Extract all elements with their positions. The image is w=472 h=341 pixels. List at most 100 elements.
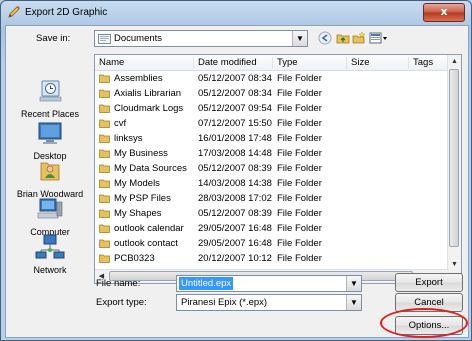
file-date: 05/12/2007 08:39 (198, 163, 272, 174)
file-date: 14/03/2008 14:38 (198, 178, 272, 189)
column-header-name[interactable]: Name (95, 57, 194, 69)
folder-icon (99, 134, 110, 143)
place-recent-places[interactable]: Recent Places (10, 78, 90, 119)
file-name: My Shapes (114, 208, 162, 219)
folder-icon (99, 254, 110, 263)
export-type-value: Piranesi Epix (*.epx) (181, 297, 268, 308)
column-header-row: Name Date modified Type Size Tags (95, 55, 449, 71)
file-type: File Folder (277, 118, 322, 129)
file-date: 29/05/2007 16:48 (198, 238, 272, 249)
file-name-label: File name: (96, 278, 141, 289)
folder-icon (99, 74, 110, 83)
file-date: 16/01/2008 17:48 (198, 133, 272, 144)
file-row[interactable]: Assemblies 05/12/2007 08:34 File Folder (95, 72, 449, 85)
column-header-type[interactable]: Type (273, 57, 347, 69)
up-folder-icon[interactable] (336, 31, 350, 45)
new-folder-icon[interactable] (352, 31, 366, 45)
file-row[interactable]: Cloudmark Logs 05/12/2007 09:54 File Folde… (95, 102, 449, 115)
file-row[interactable]: PCB0323 20/12/2007 10:12 File Folder (95, 252, 449, 265)
file-date: 05/12/2007 09:54 (198, 103, 272, 114)
file-date: 20/12/2007 10:12 (198, 253, 272, 264)
folder-icon (99, 104, 110, 113)
column-header-tags[interactable]: Tags (409, 57, 449, 69)
back-arrow-icon[interactable] (318, 31, 332, 45)
file-name: Cloudmark Logs (114, 103, 184, 114)
documents-folder-icon (98, 34, 111, 44)
title-bar[interactable]: Export 2D Graphic x (1, 1, 471, 25)
file-row[interactable]: outlook calendar 29/05/2007 16:48 File Fol… (95, 222, 449, 235)
window-title: Export 2D Graphic (25, 7, 108, 18)
file-type: File Folder (277, 133, 322, 144)
file-date: 28/03/2008 17:02 (198, 193, 272, 204)
chevron-down-icon[interactable]: ▼ (346, 295, 361, 310)
folder-icon (99, 179, 110, 188)
folder-icon (99, 119, 110, 128)
file-name: My PSP Files (114, 193, 171, 204)
file-type: File Folder (277, 148, 322, 159)
recent-places-icon (39, 80, 62, 102)
place-user-folder[interactable]: Brian Woodward (10, 158, 90, 199)
file-name-value[interactable]: Untitled.epx (179, 277, 234, 290)
file-date: 29/05/2007 16:48 (198, 223, 272, 234)
file-date: 05/12/2007 08:34 (198, 88, 272, 99)
desktop-icon (38, 122, 62, 144)
file-type: File Folder (277, 163, 322, 174)
file-list[interactable]: Name Date modified Type Size Tags Assemb… (94, 54, 462, 284)
file-type: File Folder (277, 178, 322, 189)
file-type: File Folder (277, 253, 322, 264)
close-button[interactable]: x (423, 3, 465, 22)
file-name: My Models (114, 178, 160, 189)
file-date: 17/03/2008 14:48 (198, 148, 272, 159)
export-type-dropdown[interactable]: Piranesi Epix (*.epx) ▼ (176, 294, 362, 311)
file-name: Axialis Librarian (114, 88, 182, 99)
export-type-label: Export type: (96, 297, 147, 308)
place-label: Network (33, 265, 67, 275)
red-highlight-circle (380, 308, 468, 338)
computer-icon (37, 198, 63, 219)
file-row[interactable]: outlook contact 29/05/2007 16:48 File Fold… (95, 237, 449, 250)
folder-icon (99, 239, 110, 248)
chevron-down-icon[interactable]: ▼ (292, 31, 307, 46)
file-name: linksys (114, 133, 143, 144)
file-row[interactable]: Axialis Librarian 05/12/2007 08:34 File Fo… (95, 87, 449, 100)
file-type: File Folder (277, 238, 322, 249)
views-menu-icon[interactable] (369, 31, 389, 45)
file-row[interactable]: cvf 07/12/2007 15:50 File Folder (95, 117, 449, 130)
pencil-app-icon (8, 6, 20, 18)
file-name: PCB0323 (114, 253, 155, 264)
network-icon (35, 234, 65, 259)
places-bar: Recent Places Desktop Brian Woodward Com… (10, 54, 90, 275)
file-row[interactable]: My Business 17/03/2008 14:48 File Folder (95, 147, 449, 160)
file-name: outlook contact (114, 238, 178, 249)
file-date: 05/12/2007 08:34 (198, 73, 272, 84)
chevron-down-icon[interactable]: ▼ (346, 276, 361, 291)
place-network[interactable]: Network (10, 234, 90, 275)
file-type: File Folder (277, 88, 322, 99)
file-name: outlook calendar (114, 223, 184, 234)
folder-icon (99, 209, 110, 218)
folder-icon (99, 89, 110, 98)
column-header-date-modified[interactable]: Date modified (194, 57, 273, 69)
place-label: Recent Places (20, 109, 80, 119)
file-type: File Folder (277, 223, 322, 234)
folder-icon (99, 224, 110, 233)
file-type: File Folder (277, 73, 322, 84)
place-desktop[interactable]: Desktop (10, 120, 90, 161)
vertical-scrollbar[interactable]: ▲ ▼ (447, 55, 461, 271)
vertical-scroll-thumb[interactable] (449, 69, 459, 247)
file-name-input[interactable]: Untitled.epx ▼ (176, 275, 362, 292)
file-row[interactable]: My Data Sources 05/12/2007 08:39 File Fold… (95, 162, 449, 175)
file-row[interactable]: My Shapes 05/12/2007 08:39 File Folder (95, 207, 449, 220)
folder-icon (99, 194, 110, 203)
save-in-dropdown[interactable]: Documents ▼ (94, 30, 308, 47)
file-row[interactable]: My Models 14/03/2008 14:38 File Folder (95, 177, 449, 190)
save-in-label: Save in: (36, 33, 71, 44)
file-row[interactable]: linksys 16/01/2008 17:48 File Folder (95, 132, 449, 145)
file-row[interactable]: My PSP Files 28/03/2008 17:02 File Folder (95, 192, 449, 205)
export-button[interactable]: Export (395, 273, 463, 292)
scroll-up-arrow-icon[interactable]: ▲ (448, 55, 461, 68)
user-folder-icon (40, 162, 60, 181)
column-header-size[interactable]: Size (347, 57, 409, 69)
file-type: File Folder (277, 208, 322, 219)
place-computer[interactable]: Computer (10, 196, 90, 237)
